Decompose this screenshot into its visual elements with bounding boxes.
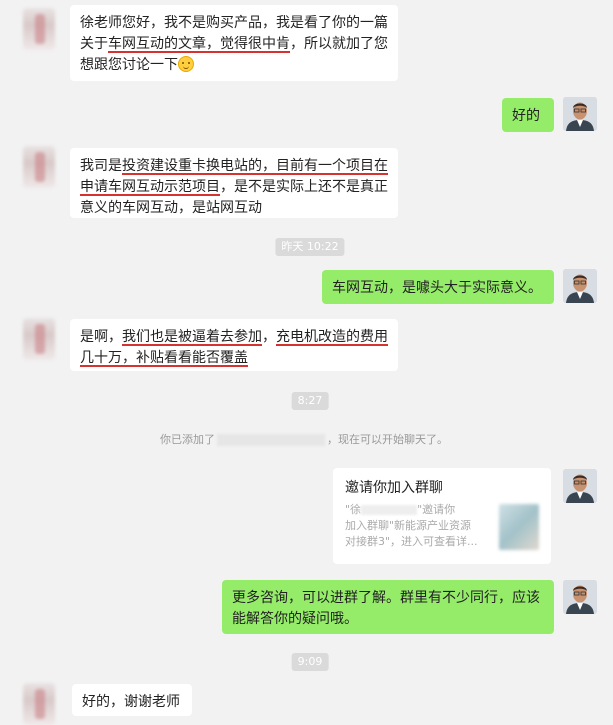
redacted-name: [361, 505, 418, 515]
smile-emoji-icon: [178, 56, 194, 72]
person-avatar-icon: [563, 97, 597, 131]
contact-avatar[interactable]: [23, 318, 55, 360]
person-avatar-icon: [563, 580, 597, 614]
card-description: "徐 "邀请你 加入群聊"新能源产业资源 对接群3"，进入可查看详...: [345, 503, 478, 548]
message-text: ，所以就加了您: [290, 36, 388, 52]
message-text: 车网互动，是噱头大于实际意义。: [332, 280, 542, 296]
highlighted-text: 我们也是被逼着去参加: [122, 329, 262, 345]
message-text: 意义的车网互动，是站网互动: [80, 200, 262, 216]
message-text: 是啊，: [80, 329, 122, 345]
timestamp: 8:27: [291, 392, 329, 410]
message-bubble-incoming: 是啊，我们也是被逼着去参加，充电机改造的费用 几十万，补贴看看能否覆盖: [70, 319, 398, 371]
self-avatar[interactable]: [563, 269, 597, 303]
message-text: ，是不是实际上还不是真正: [220, 179, 388, 195]
message-bubble-incoming: 徐老师您好，我不是购买产品，我是看了你的一篇 关于车网互动的文章，觉得很中肯，所…: [70, 5, 398, 81]
group-thumbnail: [499, 504, 539, 550]
highlighted-text: 投资建设重卡换电站的，目前有一个项目在: [122, 158, 388, 174]
self-avatar[interactable]: [563, 580, 597, 614]
message-text: 我司是: [80, 158, 122, 174]
message-text: 关于: [80, 36, 108, 52]
timestamp: 9:09: [291, 653, 329, 671]
message-text: 徐老师您好，我不是购买产品，我是看了你的一篇: [80, 15, 388, 31]
message-text: ，: [262, 329, 276, 345]
card-title: 邀请你加入群聊: [345, 480, 443, 496]
message-text: 想跟您讨论一下: [80, 57, 178, 73]
highlighted-text: 几十万，补贴看看能否覆盖: [80, 350, 248, 366]
highlighted-text: 充电机改造的费用: [276, 329, 388, 345]
message-text: 能解答你的疑问哦。: [232, 611, 358, 627]
message-bubble-outgoing: 车网互动，是噱头大于实际意义。: [322, 270, 554, 304]
redacted-name: [217, 434, 325, 446]
group-invite-card[interactable]: 邀请你加入群聊 "徐 "邀请你 加入群聊"新能源产业资源 对接群3"，进入可查看详…: [333, 468, 551, 564]
message-text: 好的: [512, 108, 540, 124]
message-bubble-incoming: 我司是投资建设重卡换电站的，目前有一个项目在 申请车网互动示范项目，是不是实际上…: [70, 148, 398, 218]
message-text: 更多咨询，可以进群了解。群里有不少同行，应该: [232, 590, 540, 606]
contact-avatar[interactable]: [23, 683, 55, 725]
highlighted-text: 申请车网互动示范项目: [80, 179, 220, 195]
contact-avatar[interactable]: [23, 146, 55, 188]
self-avatar[interactable]: [563, 469, 597, 503]
system-notice: 你已添加了 ，现在可以开始聊天了。: [160, 433, 448, 446]
person-avatar-icon: [563, 269, 597, 303]
self-avatar[interactable]: [563, 97, 597, 131]
message-bubble-outgoing: 好的: [502, 98, 554, 132]
message-bubble-outgoing: 更多咨询，可以进群了解。群里有不少同行，应该 能解答你的疑问哦。: [222, 580, 554, 634]
message-bubble-incoming: 好的，谢谢老师: [72, 684, 192, 716]
message-text: 好的，谢谢老师: [82, 694, 180, 710]
timestamp: 昨天 10:22: [275, 238, 345, 256]
person-avatar-icon: [563, 469, 597, 503]
contact-avatar[interactable]: [23, 8, 55, 50]
highlighted-text: 车网互动的文章，觉得很中肯: [108, 36, 290, 52]
